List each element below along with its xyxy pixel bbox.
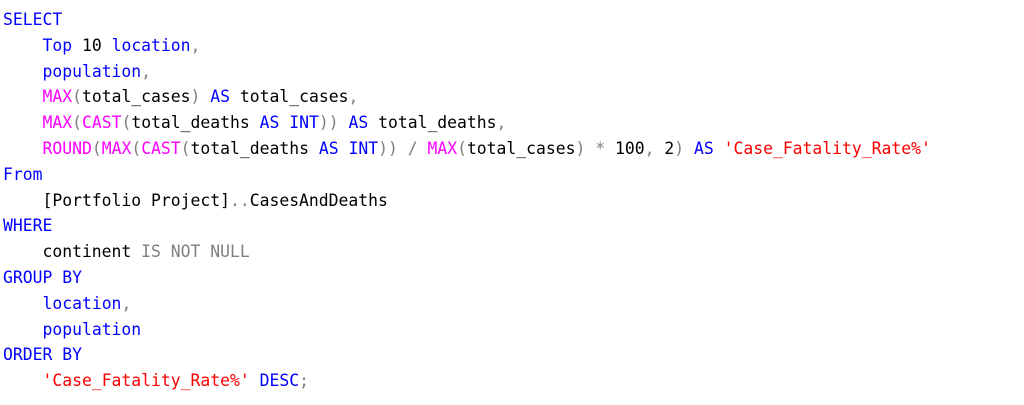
operator-token: / [407,138,418,158]
operator-token: IS NOT NULL [141,242,250,262]
identifier-token [714,139,724,158]
identifier-token: total_deaths [190,138,319,158]
function-token: MAX [42,113,73,133]
function-token: MAX [101,138,132,158]
code-line[interactable]: Top 10 location, [3,33,931,59]
code-line[interactable]: GROUP BY [3,265,931,291]
operator-token: * [595,138,606,158]
keyword-token: AS [348,113,369,133]
keyword-token: GROUP BY [3,267,82,287]
keyword-token: WHERE [3,216,53,236]
keyword-token: DESC [259,371,300,391]
code-line[interactable]: ORDER BY [3,342,931,368]
identifier-token [3,294,42,313]
operator-token: ( [72,113,82,133]
operator-token: , [496,113,507,133]
keyword-token: location [42,293,122,313]
code-line[interactable]: population [3,317,931,343]
sql-editor[interactable]: SELECT Top 10 location, population, MAX(… [3,7,931,394]
keyword-token: AS [210,87,231,107]
operator-token: ; [299,371,309,391]
identifier-token: 10 [72,35,112,55]
code-line[interactable]: 'Case_Fatality_Rate%' DESC; [3,368,931,394]
operator-token: ) [674,138,685,158]
keyword-token: population [42,61,142,81]
identifier-token: total_deaths [368,113,497,133]
identifier-token [684,139,694,158]
keyword-token: ORDER BY [3,345,82,365]
identifier-token [3,371,42,390]
operator-token: ( [180,138,191,158]
operator-token: )) [378,138,398,158]
operator-token: , [348,87,359,107]
keyword-token: INT [348,138,379,158]
function-token: ROUND [42,138,92,158]
string-literal-token: 'Case_Fatality_Rate%' [723,138,931,158]
code-line[interactable]: From [3,162,931,188]
operator-token: , [190,35,201,55]
keyword-token: AS [693,138,714,158]
identifier-token: 2 [654,138,675,158]
keyword-token: AS [318,138,339,158]
identifier-token [339,139,349,158]
operator-token: ) [575,138,586,158]
code-line[interactable]: MAX(CAST(total_deaths AS INT)) AS total_… [3,110,931,136]
keyword-token: INT [289,113,319,133]
operator-token: ( [457,138,467,158]
code-line[interactable]: WHERE [3,213,931,239]
identifier-token: total_cases [466,138,576,158]
code-line[interactable]: population, [3,59,931,85]
operator-token: , [121,293,132,313]
function-token: MAX [42,87,73,107]
identifier-token [279,113,289,132]
keyword-token: AS [259,113,280,133]
operator-token: , [644,138,655,158]
keyword-token: population [42,319,142,339]
keyword-token: SELECT [3,10,63,29]
operator-token: ( [121,113,132,133]
identifier-token: total_deaths [131,113,260,133]
identifier-token [3,87,42,106]
function-token: CAST [81,113,122,133]
operator-token: ( [72,87,82,107]
code-line[interactable]: continent IS NOT NULL [3,239,931,265]
code-line[interactable]: location, [3,291,931,317]
function-token: MAX [427,138,458,158]
function-token: CAST [141,138,181,158]
identifier-token: total_cases [81,87,191,107]
identifier-token [250,371,260,390]
identifier-token [200,87,210,106]
operator-token: ( [131,138,142,158]
code-line[interactable]: MAX(total_cases) AS total_cases, [3,84,931,110]
identifier-token [398,139,408,158]
operator-token: , [141,61,152,81]
code-line[interactable]: ROUND(MAX(CAST(total_deaths AS INT)) / M… [3,136,931,162]
operator-token: .. [229,190,250,210]
keyword-token: From [3,164,43,184]
identifier-token [585,139,595,158]
code-line[interactable]: [Portfolio Project]..CasesAndDeaths [3,188,931,214]
operator-token: ( [91,138,102,158]
identifier-token [3,139,42,158]
identifier-token: CasesAndDeaths [249,190,388,210]
identifier-token [3,113,42,132]
operator-token: ) [190,87,201,107]
operator-token: )) [318,113,339,133]
identifier-token: [Portfolio Project] [3,190,230,210]
string-literal-token: 'Case_Fatality_Rate%' [42,371,250,391]
identifier-token [3,320,42,339]
code-line[interactable]: SELECT [3,7,931,33]
identifier-token: 100 [605,138,645,158]
keyword-token: Top [42,35,73,55]
identifier-token [418,139,428,158]
keyword-token: location [111,35,191,55]
identifier-token [339,113,349,132]
identifier-token [3,36,42,55]
identifier-token: continent [3,242,142,262]
identifier-token: total_cases [230,87,349,107]
identifier-token [3,62,42,81]
